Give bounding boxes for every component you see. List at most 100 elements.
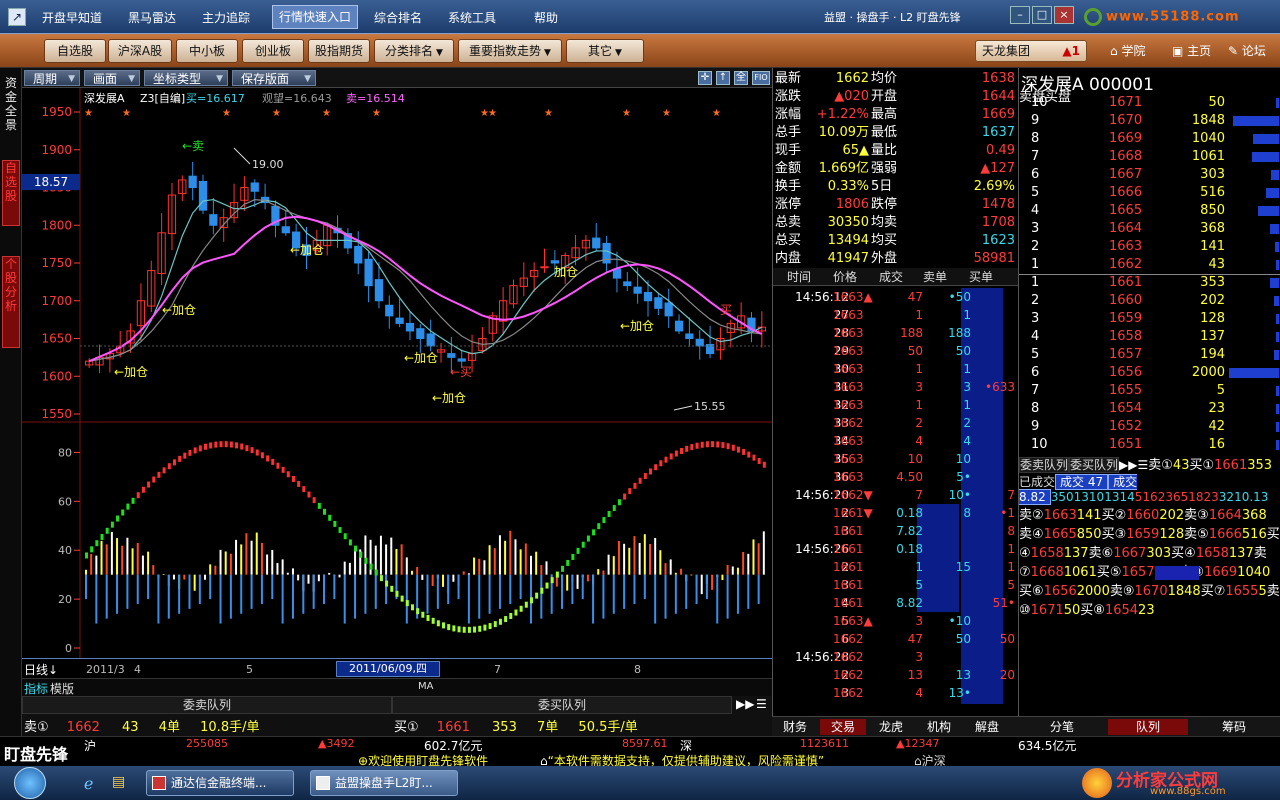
crosshair-icon[interactable]: ✛: [698, 71, 712, 85]
book-sell-row[interactable]: 9 1670 1848: [1019, 112, 1280, 130]
maximize-icon[interactable]: □: [1032, 6, 1052, 24]
queue-level-sell-price: 1665: [1043, 527, 1077, 542]
bottom-buy-queue-header[interactable]: 委买队列: [392, 696, 732, 714]
bottom-sell-queue-header[interactable]: 委卖队列: [22, 696, 392, 714]
tick-row: 3 1661 5 5: [773, 576, 1019, 594]
menu-item-dark-horse[interactable]: 黑马雷达: [122, 8, 182, 28]
btn-watchlist[interactable]: 自选股: [44, 39, 106, 63]
book-sell-row[interactable]: 3 1664 368: [1019, 220, 1280, 238]
btn-index-trend[interactable]: 重要指数走势 ▼: [458, 39, 562, 63]
quote-label: 总卖: [775, 215, 802, 230]
menu-item-help[interactable]: 帮助: [528, 8, 564, 28]
minimize-icon[interactable]: –: [1010, 6, 1030, 24]
osc-k-mark: [255, 449, 259, 456]
menu-item-tools[interactable]: 系统工具: [442, 8, 502, 28]
btn-save-layout[interactable]: 保存版面 ▼: [232, 70, 316, 86]
tab-template[interactable]: 模版: [50, 680, 74, 697]
tab-indicator[interactable]: 指标: [24, 680, 48, 697]
vtab-stock-analysis[interactable]: 个股分析: [2, 256, 20, 348]
book-sell-row[interactable]: 2 1663 141: [1019, 238, 1280, 256]
menu-item-quick-entry[interactable]: 行情快速入口: [272, 5, 359, 29]
main-chart[interactable]: 195019001850180017501700165016001550 18.…: [22, 88, 772, 658]
candle-body: [623, 281, 632, 287]
vtab-watchlist[interactable]: 自选股: [2, 160, 20, 226]
link-academy[interactable]: ⌂ 学院: [1110, 42, 1145, 59]
tick-tab-0[interactable]: 财务: [772, 719, 818, 735]
book-tab-0[interactable]: 分笔: [1022, 719, 1102, 735]
tick-price: 1662: [833, 416, 864, 430]
folder-icon[interactable]: ▤: [112, 774, 125, 790]
book-sell-row[interactable]: 10 1671 50: [1019, 94, 1280, 112]
btn-classify[interactable]: 分类排名 ▼: [374, 39, 454, 63]
vtab-capital[interactable]: 资金全景: [2, 76, 20, 146]
book-tab-1[interactable]: 队列: [1108, 719, 1188, 735]
ie-icon[interactable]: ℯ: [84, 774, 93, 793]
candle-body: [540, 266, 549, 269]
time-axis: 日线↓ 2011/3 4 5 2011/06/09,四 7 8: [22, 658, 772, 678]
book-sell-row[interactable]: 8 1669 1040: [1019, 130, 1280, 148]
btn-period[interactable]: 周期 ▼: [24, 70, 80, 86]
menu-item-ranking[interactable]: 综合排名: [368, 8, 428, 28]
book-tab-2[interactable]: 筹码: [1194, 719, 1274, 735]
tick-buy: 7: [1007, 488, 1015, 502]
sh-value-text: 255085: [186, 737, 228, 750]
tick-tab-4[interactable]: 解盘: [964, 719, 1010, 735]
book-buy-row[interactable]: 1 1661 353: [1019, 274, 1280, 292]
menu-icon[interactable]: ☰: [756, 697, 767, 711]
book-sell-row[interactable]: 5 1666 516: [1019, 184, 1280, 202]
book-buy-row[interactable]: 6 1656 2000: [1019, 364, 1280, 382]
book-buy-row[interactable]: 9 1652 42: [1019, 418, 1280, 436]
menu-item-main-force[interactable]: 主力追踪: [196, 8, 256, 28]
book-level: 8: [1031, 401, 1040, 416]
book-buy-row[interactable]: 5 1657 194: [1019, 346, 1280, 364]
status-sh-label: 沪: [84, 739, 97, 753]
fio-icon[interactable]: FIO: [752, 71, 770, 85]
link-home[interactable]: ▣ 主页: [1172, 42, 1211, 59]
book-buy-row[interactable]: 10 1651 16: [1019, 436, 1280, 454]
tick-tab-1[interactable]: 交易: [820, 719, 866, 735]
book-sell-row[interactable]: 7 1668 1061: [1019, 148, 1280, 166]
menu-icon[interactable]: ☰: [1138, 458, 1149, 472]
expand-icon[interactable]: ▶▶: [736, 697, 754, 711]
period-label[interactable]: 日线↓: [24, 661, 58, 678]
btn-futures[interactable]: 股指期货: [308, 39, 370, 63]
book-buy-row[interactable]: 7 1655 5: [1019, 382, 1280, 400]
book-volume-bar: [1276, 260, 1279, 270]
btn-layout[interactable]: 画面 ▼: [84, 70, 140, 86]
app-icon[interactable]: ↗: [8, 8, 26, 26]
btn-gem[interactable]: 创业板: [242, 39, 304, 63]
book-buy-row[interactable]: 2 1660 202: [1019, 292, 1280, 310]
menu-item-open-early[interactable]: 开盘早知道: [36, 8, 108, 28]
candle-body: [188, 175, 197, 189]
queue-level-buy-volume: 5: [1258, 584, 1267, 599]
task-tdx[interactable]: 通达信金融终端...: [146, 770, 294, 796]
expand-icon[interactable]: ▶▶: [1119, 458, 1137, 472]
tick-tab-3[interactable]: 机构: [916, 719, 962, 735]
book-buy-row[interactable]: 8 1654 23: [1019, 400, 1280, 418]
book-buy-row[interactable]: 4 1658 137: [1019, 328, 1280, 346]
fullscreen-icon[interactable]: 全: [734, 71, 748, 85]
btn-hs-a[interactable]: 沪深A股: [108, 39, 172, 63]
book-sell-row[interactable]: 1 1662 43: [1019, 256, 1280, 274]
book-sell-row[interactable]: 6 1667 303: [1019, 166, 1280, 184]
ma-tab[interactable]: MA: [418, 681, 433, 692]
start-button[interactable]: [14, 767, 46, 799]
book-buy-row[interactable]: 3 1659 128: [1019, 310, 1280, 328]
btn-sme[interactable]: 中小板: [176, 39, 238, 63]
signal-star: ★: [712, 108, 721, 119]
book-volume: 141: [1200, 239, 1225, 254]
book-queue-sell-header[interactable]: 委卖队列: [1019, 457, 1070, 473]
close-icon[interactable]: ×: [1054, 6, 1074, 24]
arrow-up-icon[interactable]: ↑: [716, 71, 730, 85]
tick-tab-2[interactable]: 龙虎: [868, 719, 914, 735]
btn-other[interactable]: 其它 ▼: [566, 39, 644, 63]
osc-k-mark: [240, 443, 244, 450]
book-volume: 368: [1200, 221, 1225, 236]
link-forum[interactable]: ✎ 论坛: [1228, 42, 1266, 59]
btn-axis-type[interactable]: 坐标类型 ▼: [144, 70, 228, 86]
osc-k-mark: [410, 604, 414, 611]
task-yimeng[interactable]: 益盟操盘手L2盯...: [310, 770, 458, 796]
stock-brand-badge[interactable]: 天龙集团 ▲1: [975, 40, 1087, 62]
book-queue-buy-header[interactable]: 委买队列: [1069, 457, 1120, 473]
book-sell-row[interactable]: 4 1665 850: [1019, 202, 1280, 220]
